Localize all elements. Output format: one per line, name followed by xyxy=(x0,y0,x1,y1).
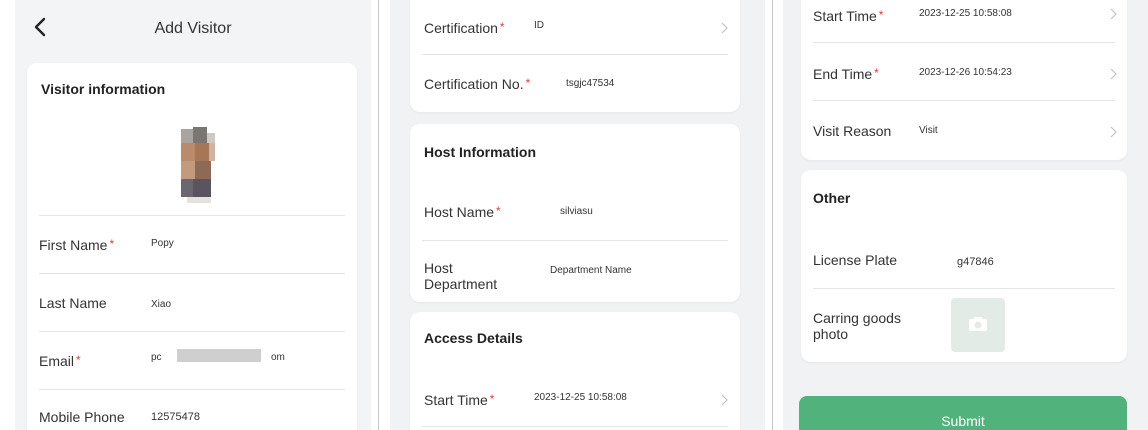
chevron-right-icon[interactable] xyxy=(720,394,728,406)
license-plate-input[interactable]: g47846 xyxy=(957,256,994,268)
visitor-information-card: Visitor information First Name * Popy Las… xyxy=(27,63,357,430)
first-name-label: First Name * xyxy=(39,237,115,253)
header: Add Visitor xyxy=(15,0,371,52)
host-name-label: Host Name * xyxy=(424,204,501,220)
access-details-card-continued: Start Time * 2023-12-25 10:58:08 End Time… xyxy=(801,0,1127,160)
start-time-label: Start Time * xyxy=(424,392,495,408)
host-department-value[interactable]: Department Name xyxy=(550,265,632,276)
certification-no-input[interactable]: tsgjc47534 xyxy=(566,78,614,89)
visit-reason-select[interactable]: Visit xyxy=(919,125,938,136)
section-title: Other xyxy=(813,190,851,206)
other-card: Other License Plate g47846 Carring goods… xyxy=(801,170,1127,362)
redacted-email-block xyxy=(177,349,261,362)
carring-goods-photo-label: Carring goods photo xyxy=(813,310,901,342)
add-visitor-screen: Add Visitor Visitor information First Na… xyxy=(15,0,371,430)
chevron-right-icon[interactable] xyxy=(1109,8,1117,20)
email-label: Email * xyxy=(39,353,81,369)
divider xyxy=(39,331,345,332)
section-title: Host Information xyxy=(424,144,536,160)
certification-select[interactable]: ID xyxy=(534,20,544,31)
divider xyxy=(422,426,728,427)
certification-card: Certification * ID Certification No. * tsg… xyxy=(410,0,740,112)
access-details-card: Access Details Start Time * 2023-12-25 10… xyxy=(410,312,740,430)
last-name-label: Last Name xyxy=(39,295,107,311)
section-title: Visitor information xyxy=(41,81,166,97)
camera-icon xyxy=(969,317,987,331)
start-time-label: Start Time * xyxy=(813,8,884,24)
visitor-photo[interactable] xyxy=(179,125,217,205)
submit-button[interactable]: Submit xyxy=(799,396,1127,430)
mobile-phone-input[interactable]: 12575478 xyxy=(151,411,200,423)
divider xyxy=(39,215,345,216)
section-title: Access Details xyxy=(424,330,523,346)
mobile-phone-label: Mobile Phone xyxy=(39,409,125,425)
end-time-label: End Time * xyxy=(813,66,879,82)
host-department-label: Host Department xyxy=(424,260,498,292)
host-name-input[interactable]: silviasu xyxy=(560,206,593,217)
host-information-card: Host Information Host Name * silviasu Hos… xyxy=(410,124,740,302)
divider xyxy=(39,273,345,274)
certification-no-label: Certification No. * xyxy=(424,76,531,92)
email-input[interactable]: pc xyxy=(151,352,162,363)
divider xyxy=(422,54,728,55)
chevron-right-icon[interactable] xyxy=(720,22,728,34)
visit-reason-label: Visit Reason xyxy=(813,123,892,139)
start-time-picker[interactable]: 2023-12-25 10:58:08 xyxy=(534,392,627,403)
divider xyxy=(39,389,345,390)
last-name-input[interactable]: Xiao xyxy=(151,299,171,310)
end-time-picker[interactable]: 2023-12-26 10:54:23 xyxy=(919,67,1012,78)
page-title: Add Visitor xyxy=(154,20,232,37)
panel-divider xyxy=(772,0,773,430)
chevron-right-icon[interactable] xyxy=(1109,68,1117,80)
divider xyxy=(422,240,728,241)
certification-label: Certification * xyxy=(424,20,505,36)
start-time-picker[interactable]: 2023-12-25 10:58:08 xyxy=(919,8,1012,19)
divider xyxy=(813,288,1115,289)
chevron-right-icon[interactable] xyxy=(1109,126,1117,138)
email-input-end: om xyxy=(271,352,285,363)
add-visitor-screen-scrolled: Certification * ID Certification No. * tsg… xyxy=(390,0,765,430)
first-name-input[interactable]: Popy xyxy=(151,238,174,249)
divider xyxy=(813,100,1115,101)
screenshot-collage: Add Visitor Visitor information First Na… xyxy=(0,0,1148,430)
panel-divider xyxy=(378,0,379,430)
add-visitor-screen-bottom: Start Time * 2023-12-25 10:58:08 End Time… xyxy=(783,0,1148,430)
goods-photo-upload[interactable] xyxy=(951,298,1005,352)
license-plate-label: License Plate xyxy=(813,252,898,268)
divider xyxy=(813,42,1115,43)
